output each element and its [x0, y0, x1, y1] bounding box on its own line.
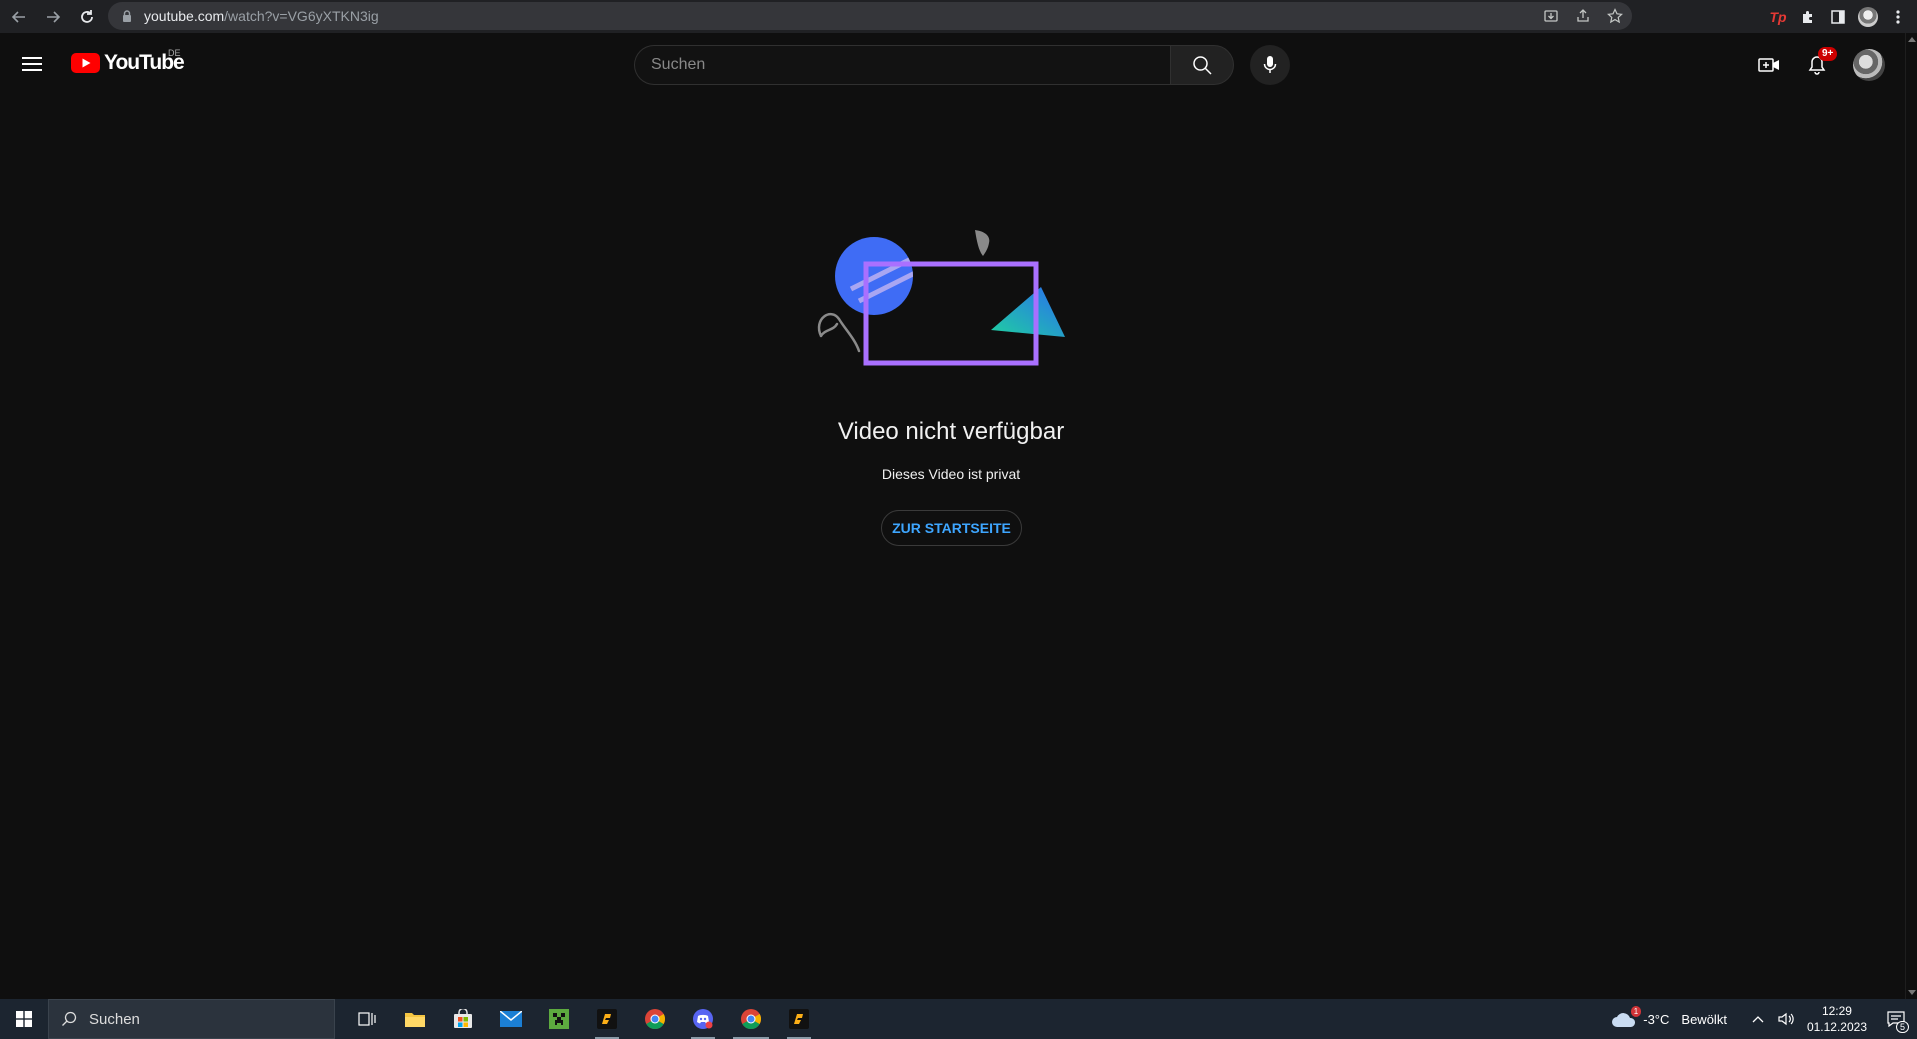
share-icon[interactable] — [1572, 5, 1594, 27]
taskbar-search-box[interactable]: Suchen — [48, 999, 335, 1039]
tray-expand-chevron-up-icon[interactable] — [1747, 1008, 1769, 1030]
rockstar-icon — [789, 1009, 809, 1029]
search-icon — [1193, 56, 1212, 75]
weather-alert-badge: 1 — [1630, 1006, 1642, 1017]
extension-tp-button[interactable]: Tp — [1767, 6, 1789, 28]
chrome-icon — [741, 1009, 762, 1030]
teal-triangle-shape — [991, 287, 1065, 337]
lock-icon[interactable] — [120, 9, 134, 23]
profile-avatar-icon[interactable] — [1857, 6, 1879, 28]
notification-badge: 9+ — [1818, 47, 1838, 61]
account-avatar[interactable] — [1853, 49, 1885, 81]
video-create-icon — [1758, 58, 1779, 72]
taskbar-clock[interactable]: 12:29 01.12.2023 — [1807, 1003, 1867, 1035]
video-unavailable-illustration — [817, 230, 1065, 366]
address-bar[interactable]: youtube.com/watch?v=VG6yXTKN3ig — [108, 2, 1632, 30]
action-center-button[interactable]: 5 — [1881, 999, 1911, 1039]
weather-condition: Bewölkt — [1681, 1011, 1727, 1027]
main-content: Video nicht verfügbar Dieses Video ist p… — [0, 96, 1905, 999]
file-explorer-button[interactable] — [391, 999, 439, 1039]
rockstar-icon — [597, 1009, 617, 1029]
scroll-up-arrow-icon[interactable] — [1908, 37, 1916, 42]
clock-date: 01.12.2023 — [1806, 1020, 1867, 1034]
creeper-icon — [549, 1009, 569, 1029]
arrow-left-icon — [11, 10, 25, 23]
search-box — [634, 45, 1290, 85]
guide-menu-button[interactable] — [20, 52, 44, 76]
task-view-button[interactable] — [343, 999, 391, 1039]
back-button[interactable] — [4, 2, 34, 32]
search-input[interactable] — [634, 45, 1170, 85]
region-code: DE — [168, 48, 181, 58]
weather-temperature: -3°C — [1643, 1011, 1670, 1027]
go-home-button[interactable]: ZUR STARTSEITE — [881, 510, 1022, 546]
extensions-puzzle-icon[interactable] — [1797, 6, 1819, 28]
task-view-icon — [358, 1012, 376, 1026]
browser-toolbar: youtube.com/watch?v=VG6yXTKN3ig Tp — [0, 0, 1917, 33]
search-icon — [62, 1011, 77, 1026]
system-tray: 1 -3°C Bewölkt 12:29 01.12.2023 5 — [1611, 999, 1917, 1039]
mail-icon — [500, 1011, 522, 1027]
chrome-icon — [645, 1009, 666, 1030]
volume-icon[interactable] — [1775, 1008, 1797, 1030]
folder-icon — [405, 1013, 425, 1027]
chrome-menu-icon[interactable] — [1887, 6, 1909, 28]
scroll-down-arrow-icon[interactable] — [1908, 990, 1916, 995]
side-panel-icon[interactable] — [1827, 6, 1849, 28]
youtube-logo[interactable]: YouTube DE — [71, 48, 185, 75]
chrome-button[interactable] — [631, 999, 679, 1039]
mail-button[interactable] — [487, 999, 535, 1039]
microsoft-store-button[interactable] — [439, 999, 487, 1039]
bookmark-star-icon[interactable] — [1604, 5, 1626, 27]
discord-icon — [693, 1009, 713, 1029]
error-subtitle: Dieses Video ist privat — [881, 466, 1021, 482]
notifications-button[interactable]: 9+ — [1797, 45, 1838, 85]
clock-time: 12:29 — [1821, 1004, 1852, 1018]
error-title: Video nicht verfügbar — [837, 418, 1065, 445]
discord-button[interactable] — [679, 999, 727, 1039]
install-icon[interactable] — [1540, 5, 1562, 27]
youtube-play-logo-icon — [71, 53, 100, 73]
search-button[interactable] — [1170, 45, 1234, 85]
rockstar-game-button[interactable] — [775, 999, 823, 1039]
rockstar-launcher-button[interactable] — [583, 999, 631, 1039]
screen: youtube.com/watch?v=VG6yXTKN3ig Tp YouTu… — [0, 0, 1917, 1039]
taskbar-search-label: Suchen — [89, 1010, 140, 1028]
reload-button[interactable] — [72, 2, 102, 32]
store-icon — [454, 1009, 472, 1028]
chrome-active-button[interactable] — [727, 999, 775, 1039]
page-scrollbar[interactable] — [1905, 33, 1917, 999]
weather-widget[interactable]: 1 -3°C Bewölkt — [1611, 1006, 1727, 1028]
notification-count-badge: 5 — [1895, 1021, 1909, 1033]
start-button[interactable] — [0, 999, 48, 1039]
arrow-right-icon — [47, 10, 61, 23]
windows-taskbar: Suchen 1 -3°C Bewölkt 12:29 01.12.2023 5 — [0, 999, 1917, 1039]
reload-icon — [81, 9, 93, 23]
voice-search-button[interactable] — [1250, 45, 1290, 85]
hamburger-menu-icon — [22, 57, 42, 71]
youtube-header: YouTube DE 9+ — [0, 33, 1905, 96]
taskbar-apps — [343, 999, 823, 1039]
minecraft-launcher-button[interactable] — [535, 999, 583, 1039]
url-text[interactable]: youtube.com/watch?v=VG6yXTKN3ig — [144, 8, 379, 24]
create-video-button[interactable] — [1749, 45, 1789, 85]
windows-logo-icon — [16, 1011, 32, 1027]
grey-drop-shape — [975, 230, 990, 256]
forward-button[interactable] — [38, 2, 68, 32]
squiggle-shape — [817, 312, 861, 353]
microphone-icon — [1263, 56, 1277, 73]
